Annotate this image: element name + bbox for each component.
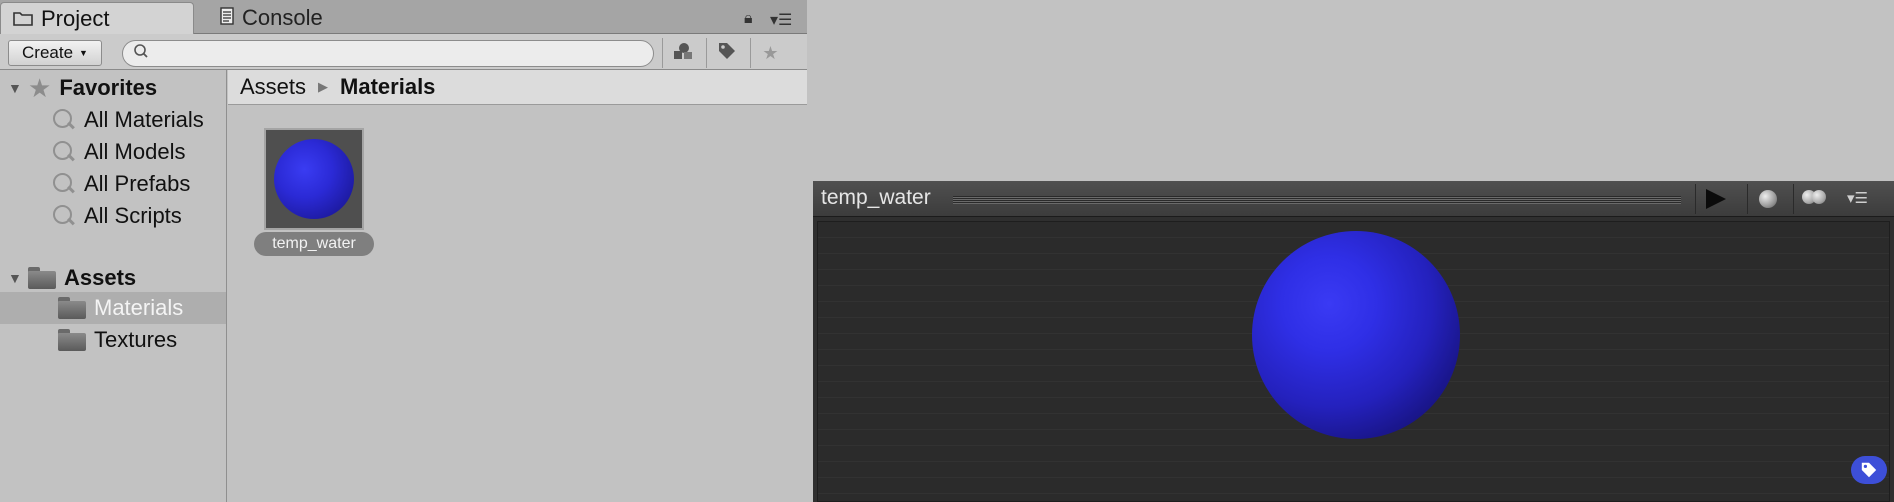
- tab-console[interactable]: Console: [208, 2, 378, 34]
- tree-item-all-models[interactable]: All Models: [0, 136, 226, 168]
- preview-lighting-button[interactable]: [1793, 184, 1833, 214]
- folder-icon: [58, 297, 86, 319]
- search-icon: [52, 108, 76, 132]
- asset-thumbnail[interactable]: [264, 128, 364, 230]
- preview-header: temp_water ▾☰: [813, 181, 1894, 217]
- play-icon: [1705, 189, 1726, 209]
- tab-project-label: Project: [41, 5, 110, 31]
- preview-title: temp_water: [821, 186, 931, 209]
- console-icon: [220, 5, 234, 31]
- filter-by-label-icon: [717, 41, 737, 66]
- search-icon: [52, 140, 76, 164]
- star-icon: ★: [28, 72, 52, 103]
- search-icon: [52, 204, 76, 228]
- preview-menu-icon[interactable]: ▾☰: [1847, 189, 1868, 207]
- expand-arrow-icon[interactable]: ▼: [8, 270, 22, 286]
- tree-item-all-prefabs[interactable]: All Prefabs: [0, 168, 226, 200]
- tree-favorites[interactable]: ▼ ★ Favorites: [0, 72, 226, 104]
- preview-mesh-button[interactable]: [1747, 184, 1787, 214]
- search-input[interactable]: [157, 43, 637, 63]
- tree-item-all-scripts[interactable]: All Scripts: [0, 200, 226, 232]
- create-button[interactable]: Create ▼: [8, 40, 102, 66]
- filter-by-label-button[interactable]: [706, 38, 746, 68]
- sphere-icon: [1758, 190, 1777, 208]
- tab-console-label: Console: [242, 5, 323, 30]
- breadcrumb-root[interactable]: Assets: [240, 74, 306, 100]
- search-icon: [133, 43, 149, 66]
- tag-icon[interactable]: [1851, 456, 1887, 484]
- tree-item-label: All Scripts: [84, 203, 182, 228]
- filter-by-type-icon: [672, 42, 694, 65]
- create-button-label: Create: [22, 43, 74, 62]
- breadcrumb-separator-icon: ▶: [318, 79, 329, 94]
- tree-item-label: All Materials: [84, 107, 204, 132]
- expand-arrow-icon[interactable]: ▼: [8, 80, 22, 96]
- search-icon: [52, 172, 76, 196]
- tree-item-label: Materials: [94, 295, 184, 320]
- tree-item-materials[interactable]: Materials: [0, 292, 226, 324]
- search-field[interactable]: [122, 40, 654, 67]
- tree-item-label: Textures: [94, 327, 178, 352]
- asset-content-panel: Assets ▶ Materials temp_water: [228, 70, 807, 502]
- caret-down-icon: ▼: [79, 48, 88, 58]
- filter-by-type-button[interactable]: [662, 38, 702, 68]
- folder-icon: [28, 267, 56, 289]
- material-preview-window: temp_water ▾☰: [813, 181, 1894, 502]
- folder-icon: [13, 6, 33, 32]
- star-icon: ★: [762, 42, 779, 63]
- asset-item[interactable]: temp_water: [254, 128, 374, 256]
- lights-icon: [1801, 189, 1826, 209]
- material-preview-sphere[interactable]: [1252, 231, 1460, 439]
- tree-assets[interactable]: ▼ Assets: [0, 262, 226, 294]
- project-window: Project Console 🔒︎ ▾☰ Create ▼ ★ ▼ ★ Fav…: [0, 0, 807, 502]
- asset-name[interactable]: temp_water: [254, 232, 374, 256]
- tab-bar: Project Console 🔒︎ ▾☰: [0, 0, 807, 34]
- assets-label: Assets: [64, 265, 137, 290]
- breadcrumb-current: Materials: [340, 74, 436, 99]
- material-sphere-icon: [274, 139, 354, 219]
- breadcrumb: Assets ▶ Materials: [228, 70, 807, 105]
- folder-icon: [58, 329, 86, 351]
- tree-item-label: All Models: [84, 139, 186, 164]
- tab-project[interactable]: Project: [0, 2, 194, 34]
- tree-item-label: All Prefabs: [84, 171, 191, 196]
- preview-play-button[interactable]: [1695, 184, 1735, 214]
- folder-tree: ▼ ★ Favorites All Materials All Models A…: [0, 70, 227, 502]
- preview-viewport[interactable]: [817, 221, 1890, 502]
- tree-item-all-materials[interactable]: All Materials: [0, 104, 226, 136]
- preview-drag-handle[interactable]: [953, 196, 1681, 204]
- project-toolbar: Create ▼ ★: [0, 34, 807, 70]
- favorite-button[interactable]: ★: [750, 38, 790, 68]
- lock-icon[interactable]: 🔒︎: [744, 10, 753, 28]
- tree-item-textures[interactable]: Textures: [0, 324, 226, 356]
- tab-menu-icon[interactable]: ▾☰: [770, 10, 792, 30]
- favorites-label: Favorites: [59, 75, 158, 100]
